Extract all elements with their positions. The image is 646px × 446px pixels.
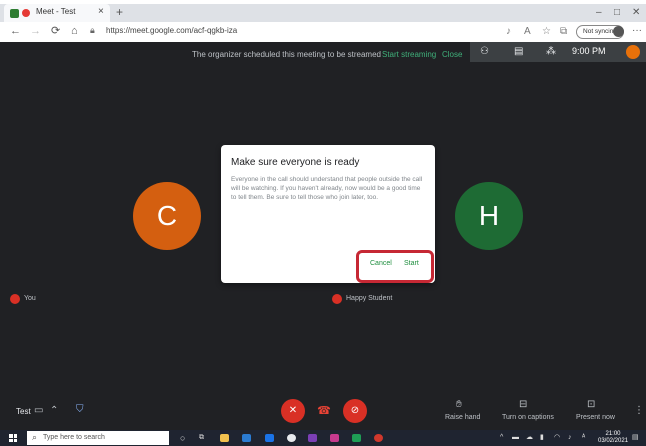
participant-name: Happy Student xyxy=(346,295,393,302)
microphone-site-icon[interactable]: ♪ xyxy=(506,26,511,38)
self-avatar[interactable] xyxy=(626,45,640,59)
mail-icon[interactable] xyxy=(242,434,251,442)
highlight-annotation xyxy=(356,250,434,283)
present-icon[interactable]: ⊡ xyxy=(587,399,595,411)
back-button[interactable]: ← xyxy=(10,25,21,38)
edge-browser-icon[interactable] xyxy=(265,434,274,442)
activities-icon[interactable]: ⁂ xyxy=(546,45,556,58)
app-icon[interactable] xyxy=(374,434,383,442)
raise-hand-icon[interactable]: ✋︎ xyxy=(456,399,462,411)
mic-muted-icon xyxy=(332,294,342,304)
more-options-button[interactable]: ⋮ xyxy=(634,405,644,417)
stream-banner-text: The organizer scheduled this meeting to … xyxy=(192,50,381,59)
taskbar-search-input[interactable]: ⌕ Type here to search xyxy=(27,431,169,445)
address-bar[interactable]: 🔒︎ https://meet.google.com/acf-qgkb-iza xyxy=(90,25,500,39)
wifi-icon[interactable]: ◠ xyxy=(554,433,560,443)
present-now-button[interactable]: Present now xyxy=(576,414,615,421)
cortana-icon[interactable]: ○ xyxy=(180,433,185,443)
taskbar-time: 21:00 xyxy=(605,431,621,437)
new-tab-button[interactable]: + xyxy=(116,6,123,19)
profile-avatar[interactable] xyxy=(613,26,624,37)
home-button[interactable]: ⌂ xyxy=(71,25,78,38)
tab-title: Meet - Test xyxy=(36,7,76,16)
chevron-up-icon[interactable]: ⌃ xyxy=(50,405,58,417)
notifications-icon[interactable]: ▤ xyxy=(632,433,639,443)
task-view-icon[interactable]: ⧉ xyxy=(199,433,204,443)
windows-taskbar: ⌕ Type here to search ○ ⧉ ^ ▬ ☁ ▮ ◠ ♪ ᴬ … xyxy=(0,430,646,446)
onedrive-icon[interactable]: ☁ xyxy=(526,433,533,443)
forward-button[interactable]: → xyxy=(30,25,41,38)
camera-toggle-button[interactable]: ⊘ xyxy=(343,399,367,423)
network-icon[interactable]: ▬ xyxy=(512,433,519,443)
browser-toolbar: ← → ⟳ ⌂ 🔒︎ https://meet.google.com/acf-q… xyxy=(0,22,646,42)
captions-icon[interactable]: ⊟ xyxy=(519,399,527,411)
windows-start-icon[interactable] xyxy=(9,434,17,442)
maximize-button[interactable]: □ xyxy=(614,6,620,19)
meeting-name: Test xyxy=(16,407,31,416)
excel-icon[interactable] xyxy=(352,434,361,442)
meeting-details-icon[interactable]: ▭ xyxy=(34,405,43,417)
language-icon[interactable]: ᴬ xyxy=(582,433,585,443)
meeting-clock: 9:00 PM xyxy=(572,46,606,56)
shield-icon[interactable]: ⛉ xyxy=(76,404,84,416)
collections-icon[interactable]: ⧉ xyxy=(560,26,567,38)
slack-icon[interactable] xyxy=(330,434,339,442)
lock-icon: 🔒︎ xyxy=(90,25,95,35)
reload-button[interactable]: ⟳ xyxy=(51,25,60,38)
captions-button[interactable]: Turn on captions xyxy=(502,414,554,421)
chat-icon[interactable]: ▤ xyxy=(514,45,523,58)
window-close-button[interactable]: ✕ xyxy=(632,6,640,19)
chrome-icon[interactable] xyxy=(287,434,296,442)
read-aloud-icon[interactable]: A xyxy=(524,26,531,38)
favorites-star-icon[interactable]: ☆ xyxy=(542,26,551,38)
people-icon[interactable]: ⚇ xyxy=(480,45,489,58)
recording-indicator-icon xyxy=(22,9,30,17)
minimize-button[interactable]: – xyxy=(596,6,602,19)
teams-icon[interactable] xyxy=(308,434,317,442)
tab-strip: Meet - Test × + – □ ✕ xyxy=(0,4,646,22)
tray-chevron-up-icon[interactable]: ^ xyxy=(500,433,503,443)
screen: Meet - Test × + – □ ✕ ← → ⟳ ⌂ 🔒︎ https:/… xyxy=(0,0,646,446)
dialog-body: Everyone in the call should understand t… xyxy=(231,176,423,201)
camera-off-icon: ⊘ xyxy=(350,405,360,416)
participant-name: You xyxy=(24,295,36,302)
meeting-controls-bar: Test ▭ ⌃ ⛉ ✕ ☎ ⊘ ✋︎ Raise hand ⊟ Turn on… xyxy=(0,392,646,430)
leave-call-button[interactable]: ☎ xyxy=(315,402,333,420)
hang-up-icon: ☎ xyxy=(317,405,331,417)
search-placeholder: Type here to search xyxy=(43,434,105,441)
mic-muted-icon xyxy=(10,294,20,304)
participant-avatar-h: H xyxy=(455,182,523,250)
search-icon: ⌕ xyxy=(32,432,38,442)
start-streaming-link[interactable]: Start streaming xyxy=(382,50,436,59)
file-explorer-icon[interactable] xyxy=(220,434,229,442)
microphone-toggle-button[interactable]: ✕ xyxy=(281,399,305,423)
taskbar-date: 03/02/2021 xyxy=(598,438,629,444)
battery-icon[interactable]: ▮ xyxy=(540,433,544,443)
mic-off-icon: ✕ xyxy=(288,405,298,416)
volume-icon[interactable]: ♪ xyxy=(568,433,572,443)
close-banner-link[interactable]: Close xyxy=(442,50,462,59)
browser-tab-meet[interactable]: Meet - Test × xyxy=(4,4,110,22)
browser-menu-button[interactable]: ··· xyxy=(632,25,642,36)
url-text[interactable]: https://meet.google.com/acf-qgkb-iza xyxy=(106,26,237,35)
tab-close-icon[interactable]: × xyxy=(98,6,104,18)
participant-avatar-c: C xyxy=(133,182,201,250)
meet-favicon-icon xyxy=(10,9,19,18)
raise-hand-button[interactable]: Raise hand xyxy=(445,414,480,421)
meet-top-toolbar: ⚇ ▤ ⁂ xyxy=(470,42,646,62)
dialog-title: Make sure everyone is ready xyxy=(231,157,360,168)
taskbar-clock[interactable]: 21:00 03/02/2021 xyxy=(598,431,628,445)
